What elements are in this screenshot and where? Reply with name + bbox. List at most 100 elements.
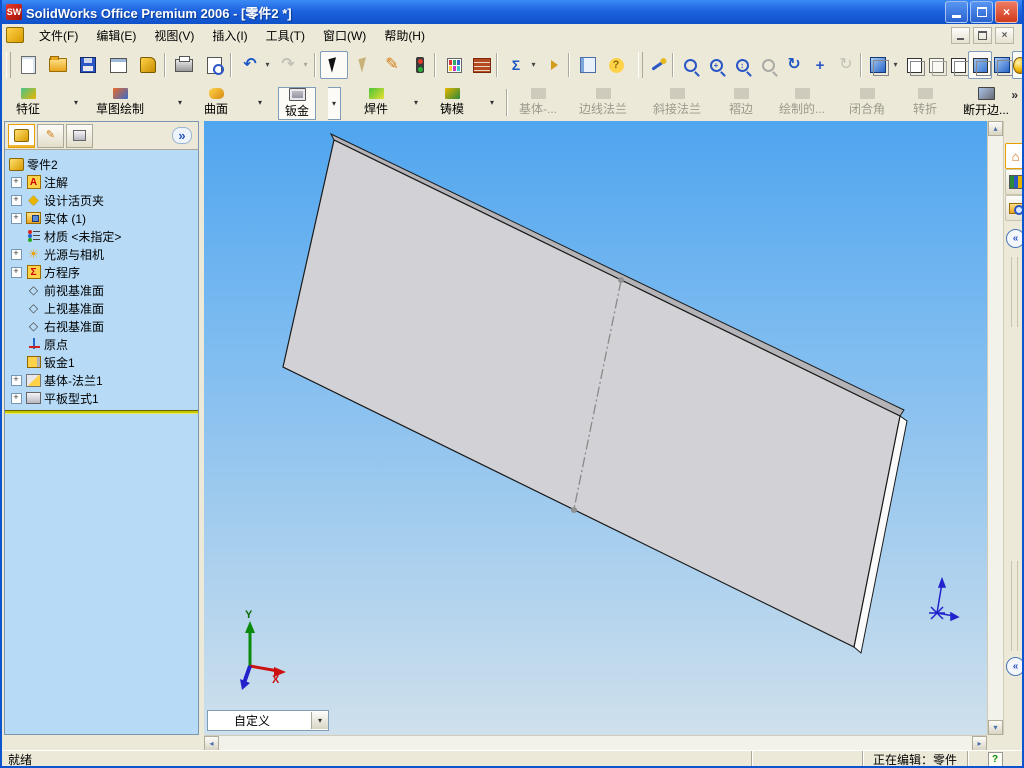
tab-molds[interactable]: 铸模 (434, 87, 470, 118)
pan-button[interactable]: + (806, 51, 834, 79)
document-menu-icon[interactable] (6, 27, 24, 43)
command-break-corner[interactable]: 断开边... (958, 87, 1014, 118)
shaded-button[interactable] (990, 51, 1014, 79)
tab-sheet-metal[interactable]: 钣金 (278, 87, 317, 120)
tab-molds-dropdown[interactable]: ▾ (486, 87, 498, 118)
bend-line-endpoint[interactable] (571, 507, 577, 513)
tab-weldments-dropdown[interactable]: ▾ (410, 87, 422, 118)
undo-dropdown[interactable]: ▾ (262, 51, 273, 77)
edit-color-button[interactable] (440, 51, 468, 79)
scroll-left-button[interactable]: ◂ (204, 736, 219, 751)
expand-toggle[interactable]: + (10, 374, 22, 386)
featuremanager-tab[interactable] (8, 123, 35, 148)
tree-item-design-binder[interactable]: + ◆ 设计活页夹 (5, 191, 198, 209)
rollback-bar[interactable] (5, 410, 198, 414)
task-pane-drag-handle[interactable] (1011, 257, 1018, 327)
viewport-horizontal-scrollbar[interactable]: ◂ ▸ (204, 735, 987, 751)
menu-insert[interactable]: 插入(I) (203, 24, 256, 47)
rotate-view-button[interactable]: ↻ (780, 51, 808, 79)
shaded-with-edges-button[interactable] (968, 51, 992, 79)
tree-item-lights-cameras[interactable]: + ☀ 光源与相机 (5, 245, 198, 263)
doc-restore-button[interactable] (973, 26, 992, 44)
zoom-area-button[interactable]: + (702, 51, 730, 79)
print-preview-button[interactable] (200, 51, 228, 79)
doc-minimize-button[interactable] (951, 26, 970, 44)
tree-item-front-plane[interactable]: ◇ 前视基准面 (5, 281, 198, 299)
undo-button[interactable]: ↶ (236, 51, 264, 79)
scroll-down-button[interactable]: ▾ (988, 720, 1003, 735)
expand-toggle[interactable]: + (10, 194, 22, 206)
menu-edit[interactable]: 编辑(E) (87, 24, 145, 47)
standard-views-dropdown[interactable]: ▾ (890, 51, 901, 77)
menu-view[interactable]: 视图(V) (145, 24, 203, 47)
expand-toggle[interactable]: + (10, 392, 22, 404)
title-bar[interactable]: SW SolidWorks Office Premium 2006 - [零件2… (2, 0, 1022, 24)
view-config-combobox[interactable]: 自定义 ▾ (207, 710, 329, 731)
tab-features[interactable]: 特征 (10, 87, 46, 118)
combo-dropdown-icon[interactable]: ▾ (311, 712, 328, 729)
tree-item-origin[interactable]: 原点 (5, 335, 198, 353)
doc-close-button[interactable]: × (995, 26, 1014, 44)
tab-surfaces[interactable]: 曲面 (198, 87, 234, 118)
bend-line-endpoint[interactable] (618, 277, 624, 283)
tree-item-right-plane[interactable]: ◇ 右视基准面 (5, 317, 198, 335)
edit-texture-button[interactable] (468, 51, 496, 79)
expand-toggle[interactable]: + (10, 248, 22, 260)
tree-item-material[interactable]: 材质 <未指定> (5, 227, 198, 245)
task-pane-expand-button-top[interactable]: « (1006, 229, 1022, 248)
expand-toggle[interactable]: + (10, 212, 22, 224)
menu-window[interactable]: 窗口(W) (314, 24, 375, 47)
view-orientation-button[interactable] (644, 51, 672, 79)
standard-views-button[interactable] (864, 51, 892, 79)
expand-toggle[interactable]: + (10, 176, 22, 188)
zoom-inout-button[interactable]: ↕ (728, 51, 756, 79)
make-drawing-button[interactable] (104, 51, 132, 79)
part-front-face[interactable] (282, 139, 901, 648)
toolbar-grip[interactable] (6, 52, 11, 78)
save-button[interactable] (74, 51, 102, 79)
tab-surfaces-dropdown[interactable]: ▾ (254, 87, 266, 118)
menu-tools[interactable]: 工具(T) (257, 24, 314, 47)
tree-item-solid-bodies[interactable]: + 实体 (1) (5, 209, 198, 227)
scroll-up-button[interactable]: ▴ (988, 121, 1003, 136)
toolbar-grip[interactable] (638, 52, 643, 78)
viewport-canvas[interactable]: Y X 自定义 ▾ (204, 121, 987, 735)
task-pane-expand-button-bottom[interactable]: « (1006, 657, 1022, 676)
realview-button[interactable] (1012, 51, 1022, 79)
tab-features-dropdown[interactable]: ▾ (70, 87, 82, 118)
propertymanager-tab[interactable]: ✎ (37, 123, 64, 148)
menu-help[interactable]: 帮助(H) (375, 24, 434, 47)
selection-filter-button[interactable] (540, 51, 568, 79)
options-button[interactable] (574, 51, 602, 79)
tools-dropdown[interactable]: ▾ (528, 51, 539, 77)
tree-item-sheet-metal1[interactable]: 钣金1 (5, 353, 198, 371)
new-button[interactable] (14, 51, 42, 79)
rebuild-button[interactable] (406, 51, 434, 79)
file-explorer-tab[interactable] (1005, 195, 1022, 221)
tree-item-equations[interactable]: + Σ 方程序 (5, 263, 198, 281)
tree-item-base-flange1[interactable]: + 基体-法兰1 (5, 371, 198, 389)
task-pane-drag-handle[interactable] (1011, 561, 1018, 651)
tab-weldments[interactable]: 焊件 (358, 87, 394, 118)
minimize-button[interactable] (945, 1, 968, 23)
zoom-fit-button[interactable] (676, 51, 704, 79)
restore-button[interactable] (970, 1, 993, 23)
panel-expand-chevron[interactable]: » (172, 127, 192, 144)
viewport-vertical-scrollbar[interactable]: ▴ ▾ (987, 121, 1004, 735)
tree-item-annotations[interactable]: + A 注解 (5, 173, 198, 191)
menu-file[interactable]: 文件(F) (30, 24, 87, 47)
wireframe-button[interactable] (902, 51, 926, 79)
tree-root[interactable]: 零件2 (5, 155, 198, 173)
expand-toggle[interactable]: + (10, 266, 22, 278)
scroll-right-button[interactable]: ▸ (972, 736, 987, 751)
tree-item-top-plane[interactable]: ◇ 上视基准面 (5, 299, 198, 317)
select-button[interactable] (320, 51, 348, 79)
close-button[interactable]: × (995, 1, 1018, 23)
solidworks-resources-tab[interactable]: ⌂ (1005, 143, 1022, 169)
tab-sketch[interactable]: 草图绘制 (90, 87, 150, 118)
configurationmanager-tab[interactable] (66, 123, 93, 148)
hidden-lines-visible-button[interactable] (924, 51, 948, 79)
print-button[interactable] (170, 51, 198, 79)
select-other-button[interactable] (350, 51, 378, 79)
quick-tips-icon[interactable]: ? (987, 751, 1003, 767)
